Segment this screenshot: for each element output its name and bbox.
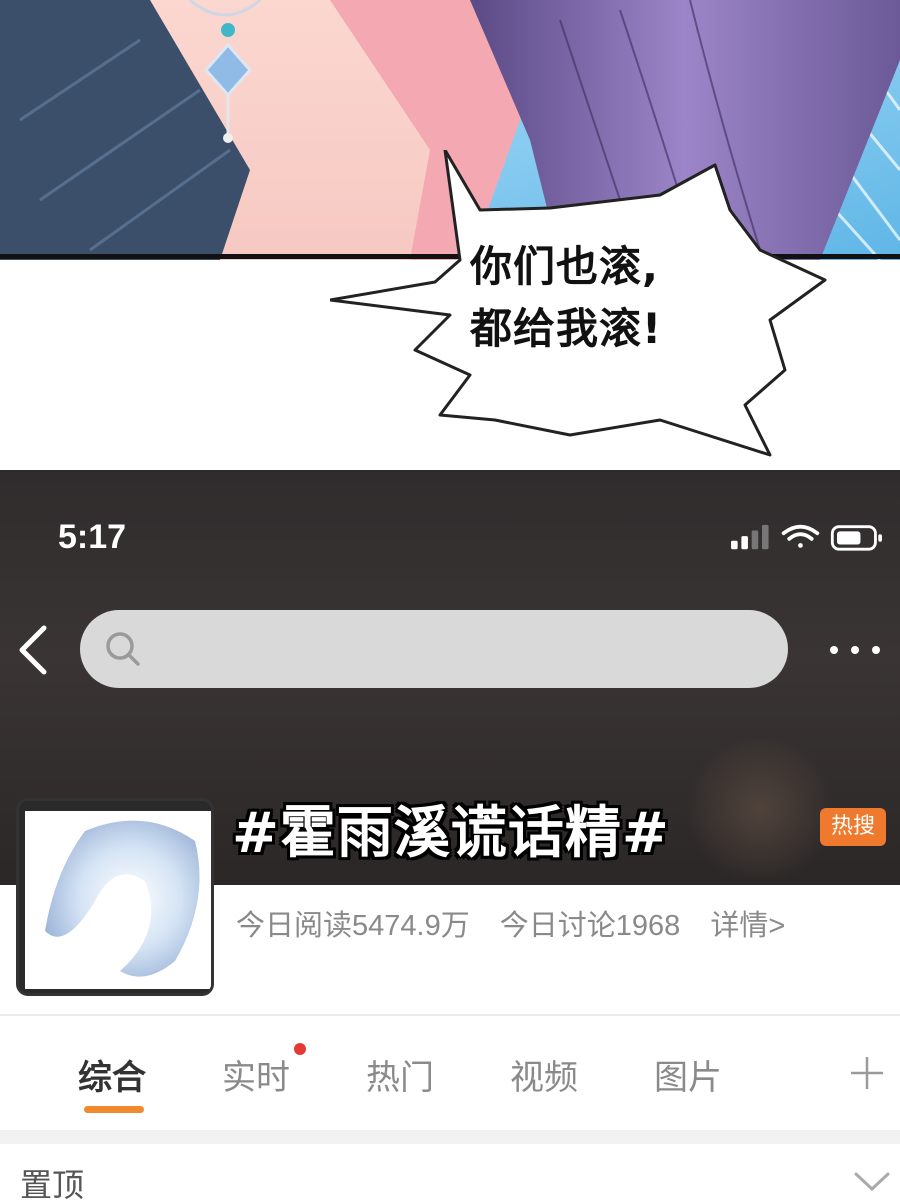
pinned-section-label: 置顶 <box>20 1166 85 1200</box>
active-tab-indicator <box>84 1106 144 1113</box>
speech-line-1: 你们也滚, <box>470 242 659 291</box>
status-icons <box>731 524 882 551</box>
reads-count: 今日阅读5474.9万 <box>236 910 470 942</box>
notification-dot <box>294 1043 306 1055</box>
status-time: 5:17 <box>58 518 127 556</box>
speech-text: 你们也滚, 都给我滚! <box>470 236 730 360</box>
topic-title: #霍雨溪谎话精# <box>232 801 670 866</box>
more-options-icon[interactable] <box>826 638 884 662</box>
hot-search-badge: 热搜 <box>820 808 886 846</box>
comic-panel: 你们也滚, 都给我滚! <box>0 0 900 470</box>
discussion-count: 今日讨论1968 <box>499 910 681 942</box>
signal-icon <box>731 524 769 550</box>
wifi-icon <box>781 524 820 548</box>
tab-images[interactable]: 图片 <box>654 1050 722 1099</box>
battery-icon <box>830 525 882 551</box>
phone-screenshot: 5:17 #霍雨溪谎话精# 热搜 今日阅读5474.9万 今日讨论1968 详情… <box>0 470 900 1200</box>
search-input[interactable] <box>80 610 788 688</box>
topic-stats: 今日阅读5474.9万 今日讨论1968 详情> <box>236 902 807 944</box>
tab-video[interactable]: 视频 <box>510 1050 578 1099</box>
add-tab-icon[interactable] <box>848 1054 886 1092</box>
tab-realtime[interactable]: 实时 <box>222 1050 290 1099</box>
section-divider <box>0 1130 900 1144</box>
tab-general[interactable]: 综合 <box>78 1050 146 1099</box>
speech-line-2: 都给我滚! <box>470 304 663 353</box>
topic-avatar[interactable] <box>16 798 214 996</box>
avatar-image <box>25 811 211 989</box>
back-icon[interactable] <box>12 622 58 678</box>
header-background-glow <box>680 740 840 880</box>
tab-hot[interactable]: 热门 <box>366 1050 434 1099</box>
tabs-separator <box>0 1014 900 1016</box>
details-link[interactable]: 详情> <box>710 910 785 942</box>
search-icon <box>106 632 140 666</box>
chevron-down-icon[interactable] <box>852 1170 892 1194</box>
